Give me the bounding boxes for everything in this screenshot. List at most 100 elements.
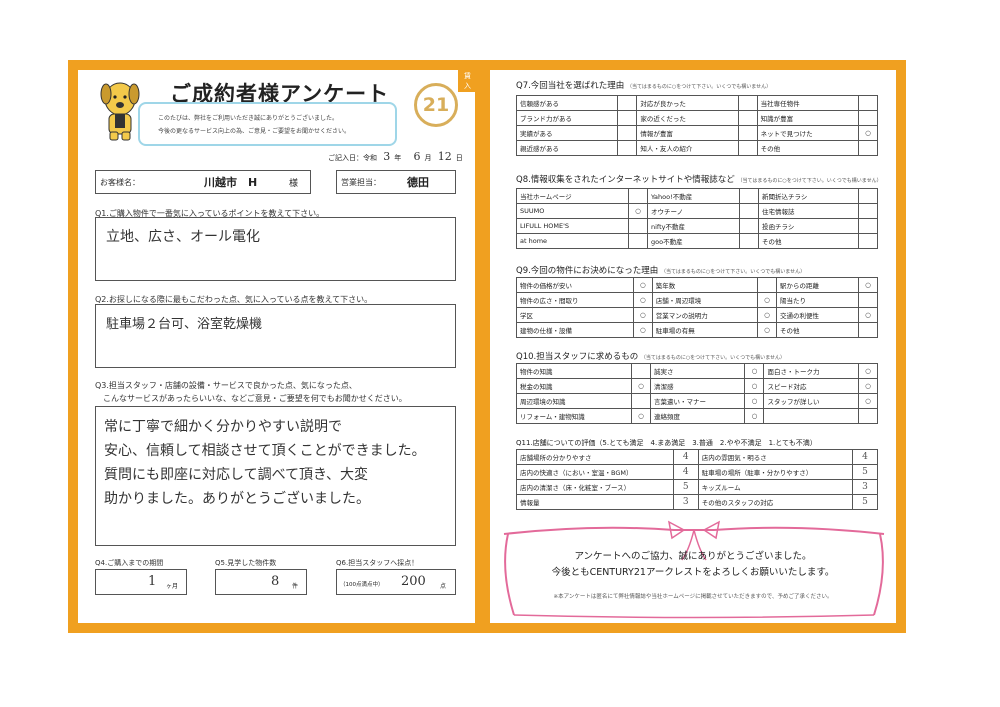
- q10-option-label: 物件の知識: [516, 363, 632, 379]
- q11-option-label: 店舗場所の分かりやすさ: [516, 449, 674, 465]
- intro-line-2: 今後の更なるサービス向上の為、ご意見・ご要望をお聞かせください。: [158, 128, 351, 135]
- q7-heading: Q7.今回当社を選ばれた理由 （当てはまるものに○をつけて下さい。いくつでも構い…: [516, 79, 771, 91]
- q9-heading: Q9.今回の物件にお決めになった理由 （当てはまるものに○をつけて下さい。いくつ…: [516, 264, 805, 276]
- q9-option-label: 陽当たり: [775, 292, 860, 308]
- q11-row: 店内の快適さ（におい・室温・BGM） 4 駐車場の場所（駐車・分かりやすさ） 5: [516, 464, 878, 480]
- q9-mark: [858, 292, 878, 308]
- q9-mark: ○: [858, 307, 878, 323]
- q8-row: at home goo不動産 その他: [516, 233, 878, 249]
- q8-option-label: Yahoo!不動産: [646, 188, 741, 204]
- right-panel: Q7.今回当社を選ばれた理由 （当てはまるものに○をつけて下さい。いくつでも構い…: [490, 70, 896, 623]
- tag-badge: 賃入: [458, 70, 477, 92]
- q10-mark: [631, 393, 651, 409]
- q11-option-label: その他のスタッフの対応: [697, 494, 854, 510]
- q9-mark: ○: [858, 277, 878, 293]
- q7-option-label: 知人・友人の紹介: [636, 140, 739, 156]
- q3-answer-box: 常に丁寧で細かく分かりやすい説明で 安心、信頼して相談させて頂くことができました…: [95, 406, 456, 546]
- q3-answer-line: 安心、信頼して相談させて頂くことができました。: [104, 443, 426, 459]
- q9-mark: ○: [632, 307, 653, 323]
- q8-option-label: オウチーノ: [646, 203, 741, 219]
- q10-question: Q10.担当スタッフに求めるもの: [516, 352, 639, 362]
- q10-mark: ○: [858, 363, 878, 379]
- q8-table: 当社ホームページ Yahoo!不動産 新聞折込チラシ SUUMO ○ オウチーノ 住宅情報誌…: [516, 188, 878, 249]
- q8-heading: Q8.情報収集をされたインターネットサイトや情報誌など （当てはまるものに○をつ…: [516, 173, 882, 185]
- q4-value: 1: [148, 574, 157, 589]
- q11-score: 5: [852, 464, 878, 480]
- q8-mark: [858, 233, 878, 249]
- q11-score: 3: [672, 494, 699, 510]
- q7-option-label: ブランド力がある: [515, 110, 619, 126]
- q7-mark: [858, 140, 878, 156]
- q7-option-label: その他: [756, 140, 860, 156]
- q7-option-label: 知識が豊富: [756, 110, 860, 126]
- q8-mark: [858, 218, 878, 234]
- q11-row: 情報量 3 その他のスタッフの対応 5: [516, 494, 878, 510]
- q9-mark: ○: [756, 292, 777, 308]
- q9-row: 物件の広さ・間取り ○ 店舗・周辺環境 ○ 陽当たり: [516, 292, 878, 308]
- q10-table: 物件の知識 誠実さ ○ 面白さ・トーク力 ○ 税金の知識 ○ 清潔感 ○ スピード対応 ○ 周辺環境の…: [516, 363, 878, 424]
- q10-option-label: 誠実さ: [649, 363, 746, 379]
- q9-row: 学区 ○ 営業マンの説明力 ○ 交通の利便性 ○: [516, 307, 878, 323]
- q9-question: Q9.今回の物件にお決めになった理由: [516, 266, 659, 276]
- q7-mark: [858, 95, 878, 111]
- q7-option-label: 実績がある: [515, 125, 619, 141]
- q11-table: 店舗場所の分かりやすさ 4 店内の雰囲気・明るさ 4 店内の快適さ（におい・室温・BGM…: [516, 449, 878, 510]
- q6-unit: 点: [440, 583, 447, 590]
- q4-answer-box: 1 ヶ月: [95, 569, 187, 595]
- q11-row: 店舗場所の分かりやすさ 4 店内の雰囲気・明るさ 4: [516, 449, 878, 465]
- q8-option-label: LIFULL HOME'S: [516, 218, 629, 234]
- q7-option-label: 親近感がある: [515, 140, 619, 156]
- q8-option-label: SUUMO: [516, 203, 629, 219]
- customer-name-label: お客様名：: [100, 178, 140, 187]
- q5-answer-box: 8 件: [215, 569, 307, 595]
- q9-option-label: 店舗・周辺環境: [651, 292, 758, 308]
- q8-mark: [739, 188, 760, 204]
- date-year-unit: 年: [394, 154, 402, 162]
- q10-note: （当てはまるものに○をつけて下さい。いくつでも構いません）: [640, 355, 786, 361]
- q10-row: 周辺環境の知識 言葉遣い・マナー ○ スタッフが詳しい ○: [516, 393, 878, 409]
- q10-mark: ○: [744, 393, 765, 409]
- q11-option-label: 店内の清潔さ（床・化粧室・ブース）: [516, 479, 674, 495]
- customer-suffix: 様: [289, 179, 299, 189]
- date-month: 6: [413, 150, 421, 163]
- q3-answer-line: 質問にも即座に対応して調べて頂き、大変: [104, 467, 369, 483]
- q7-row: ブランド力がある 家の近くだった 知識が豊富: [515, 110, 878, 126]
- q8-option-label: at home: [516, 233, 629, 249]
- q7-mark: [858, 110, 878, 126]
- q7-table: 信頼感がある 対応が良かった 当社専任物件 ブランド力がある 家の近くだった 知識が豊富実…: [515, 95, 878, 156]
- q7-row: 親近感がある 知人・友人の紹介 その他: [515, 140, 878, 156]
- intro-line-1: このたびは、弊社をご利用いただき誠にありがとうございました。: [158, 115, 339, 122]
- q10-mark: ○: [631, 378, 651, 394]
- q8-mark: ○: [627, 203, 648, 219]
- q7-option-label: 当社専任物件: [756, 95, 860, 111]
- dog-mascot-icon: [100, 82, 140, 141]
- q11-row: 店内の清潔さ（床・化粧室・ブース） 5 キッズルーム 3: [516, 479, 878, 495]
- q9-option-label: 建物の仕様・設備: [516, 322, 634, 338]
- date-year: 3: [383, 150, 391, 163]
- q6-note: （100点満点中）: [340, 582, 384, 588]
- q10-option-label: リフォーム・建物知識: [516, 408, 632, 424]
- q10-mark: ○: [858, 393, 878, 409]
- left-panel: ご成約者様アンケート 賃入 このたびは、弊社をご利用いただき誠にありがとうござい…: [78, 70, 477, 623]
- thanks-line-2: 今後ともCENTURY21アークレストをよろしくお願いいたします。: [551, 567, 835, 578]
- q7-mark: [737, 125, 758, 141]
- q10-option-label: 周辺環境の知識: [516, 393, 632, 409]
- q8-mark: [627, 218, 648, 234]
- q8-mark: [739, 233, 760, 249]
- date-day-unit: 日: [455, 154, 463, 162]
- q11-score: 3: [852, 479, 878, 495]
- q10-heading: Q10.担当スタッフに求めるもの （当てはまるものに○をつけて下さい。いくつでも…: [516, 350, 785, 362]
- q7-note: （当てはまるものに○をつけて下さい。いくつでも構いません）: [627, 84, 772, 90]
- q6-value: 200: [401, 574, 426, 589]
- q11-option-label: 店内の快適さ（におい・室温・BGM）: [516, 464, 674, 480]
- q9-option-label: 学区: [516, 307, 634, 323]
- q2-answer: 駐車場２台可、浴室乾燥機: [106, 317, 263, 332]
- q10-option-label: 面白さ・トーク力: [763, 363, 859, 379]
- q9-option-label: 営業マンの説明力: [651, 307, 758, 323]
- date-line: ご記入日：令和 3年 6月 12 日: [328, 150, 463, 163]
- q8-question: Q8.情報収集をされたインターネットサイトや情報誌など: [516, 175, 735, 185]
- q3-answer: 常に丁寧で細かく分かりやすい説明で 安心、信頼して相談させて頂くことができました…: [104, 415, 426, 511]
- q9-row: 物件の価格が安い ○ 築年数 駅からの距離 ○: [516, 277, 878, 293]
- q3-question-line1: Q3.担当スタッフ・店舗の設備・サービスで良かった点、気になった点、: [95, 381, 357, 390]
- q9-option-label: 駐車場の有無: [651, 322, 758, 338]
